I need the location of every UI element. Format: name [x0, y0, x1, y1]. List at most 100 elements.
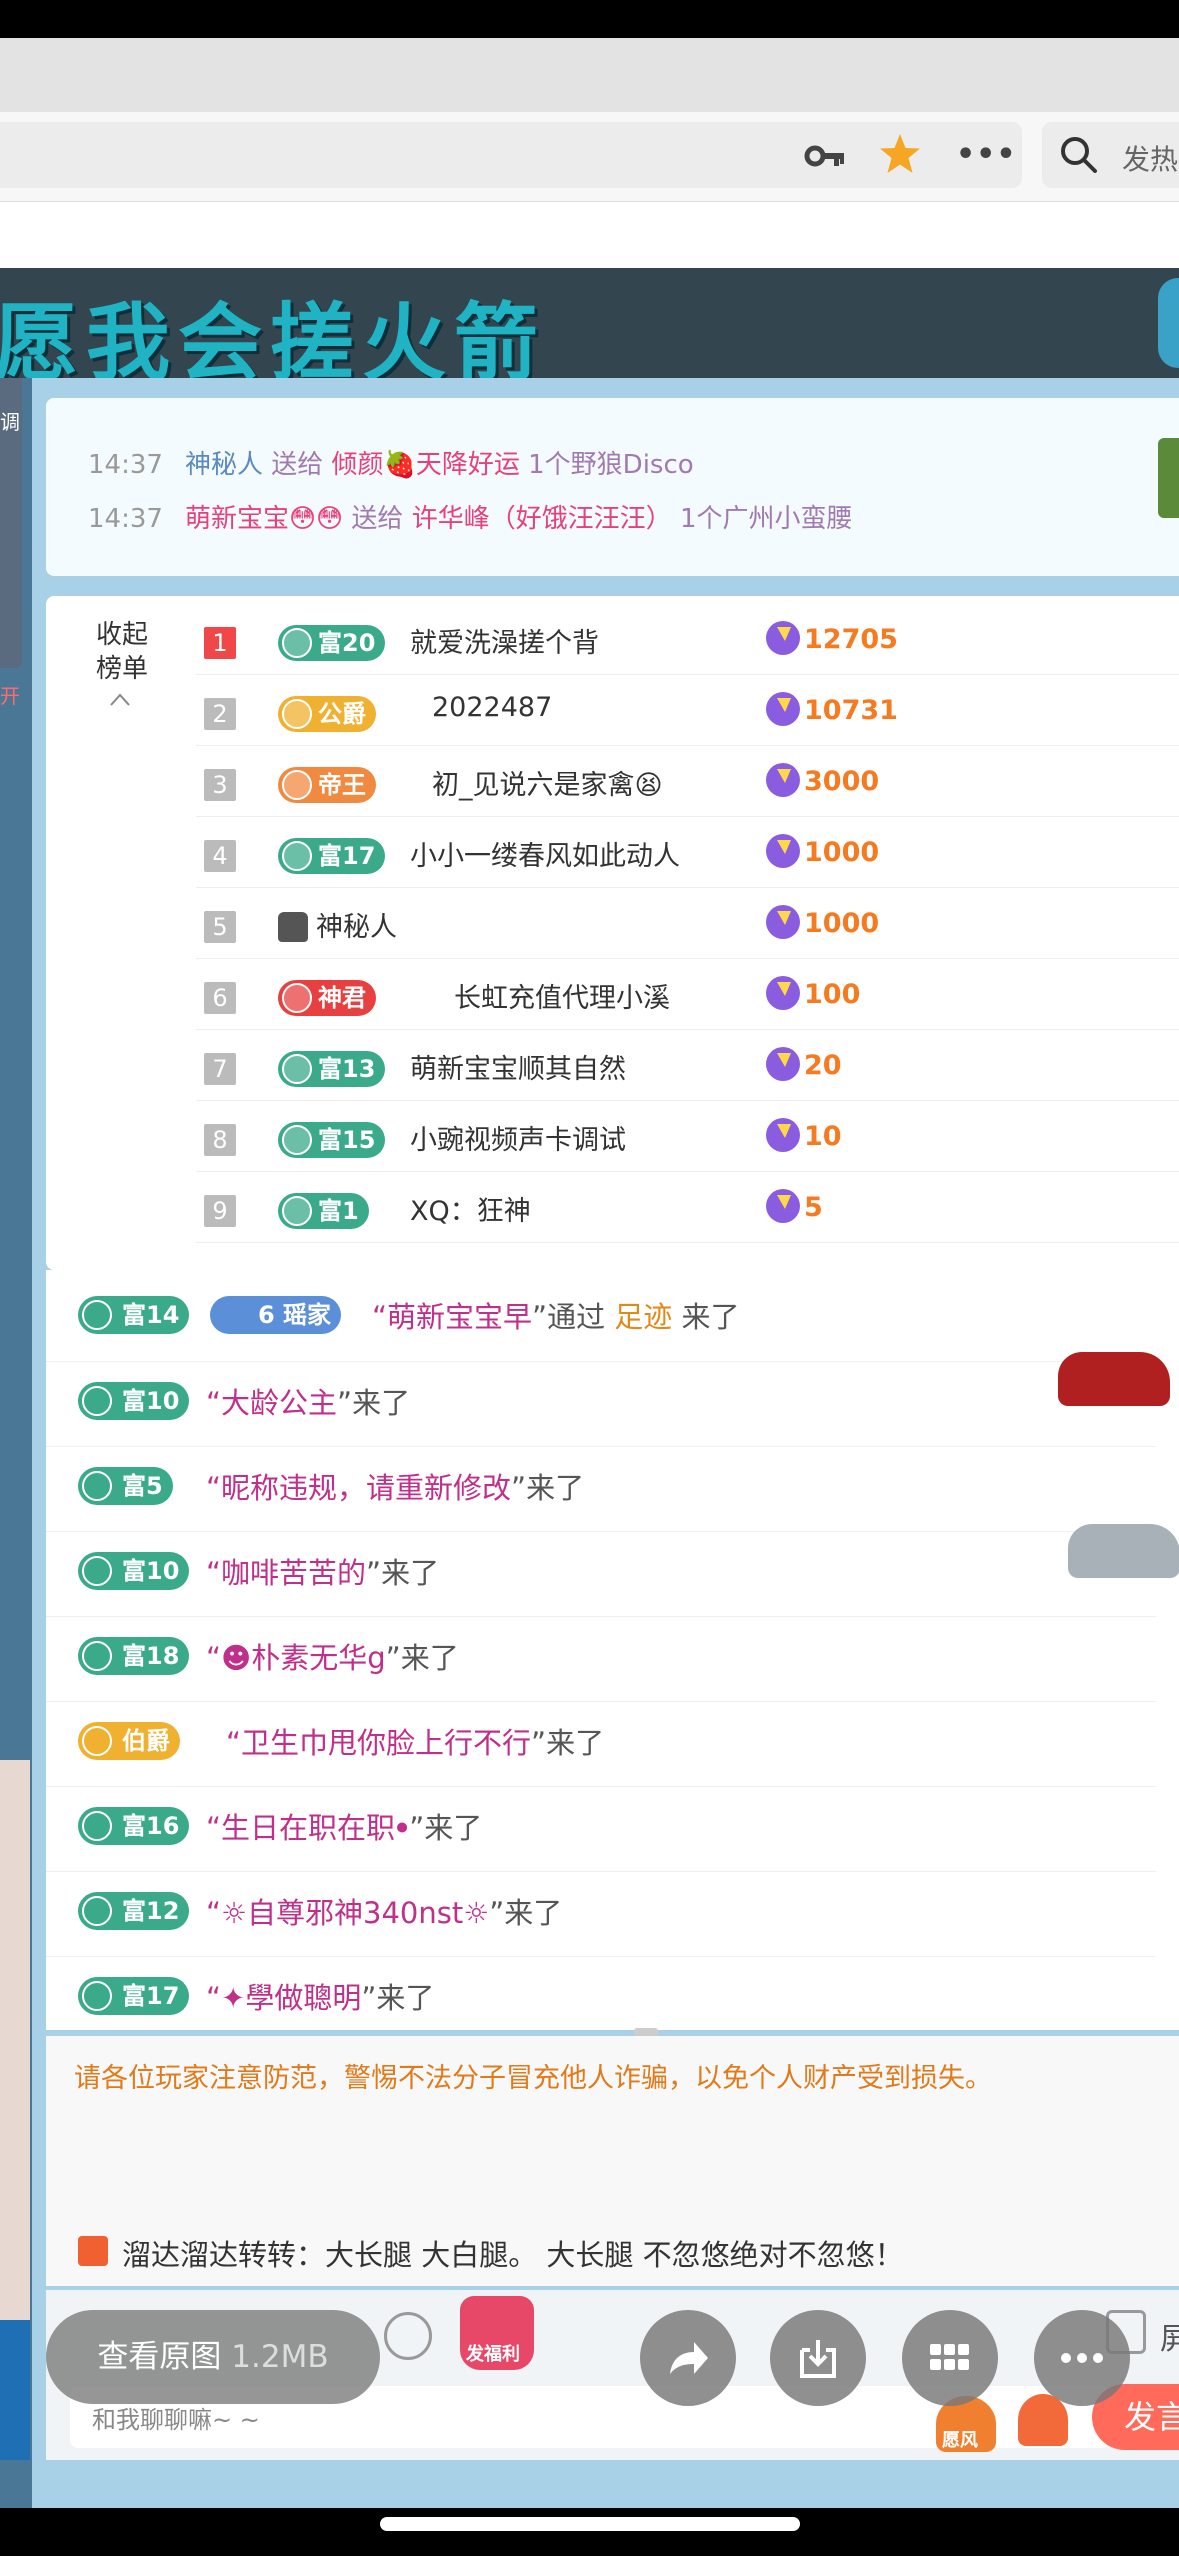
rocket-icon[interactable]	[1018, 2394, 1068, 2446]
rank-username[interactable]: 长虹充值代理小溪	[454, 976, 670, 1015]
ranking-row[interactable]: 2 公爵 2022487 10731	[196, 676, 1179, 746]
rank-score: 1000	[766, 834, 879, 868]
rank-username[interactable]: 初_见说六是家禽😫	[432, 763, 663, 802]
download-button[interactable]	[770, 2310, 866, 2406]
rank-number: 9	[204, 1195, 236, 1227]
chat-text: “生日在职在职ꔷ”来了	[206, 1805, 482, 1847]
ranking-row[interactable]: 5 神秘人 1000	[196, 889, 1179, 959]
chat-text: “昵称违规，请重新修改”来了	[206, 1465, 584, 1507]
ranking-row[interactable]: 8 富15 小豌视频声卡调试 10	[196, 1102, 1179, 1172]
badge-label: 富20	[318, 629, 376, 657]
chat-suffix: ”来了	[385, 1641, 459, 1675]
lightning-icon	[766, 763, 800, 797]
lightning-icon	[766, 621, 800, 655]
chevron-up-icon[interactable]	[108, 690, 132, 708]
level-badge: 富18	[78, 1637, 190, 1675]
ranking-row[interactable]: 6 神君 长虹充值代理小溪 100	[196, 960, 1179, 1030]
home-indicator[interactable]	[380, 2517, 800, 2531]
screen: ••• 发热 愿我会搓火箭 调 开 14:37 神秘人 送给 倾颜🍓天降好运 1个…	[0, 0, 1179, 2556]
chat-message[interactable]: 富18 “☻朴素无华g”来了	[46, 1616, 1156, 1696]
rank-number: 8	[204, 1124, 236, 1156]
chat-message[interactable]: 富12 “☼自尊邪神340nst☼”来了	[46, 1871, 1156, 1951]
rank-score: 10	[766, 1118, 842, 1152]
ranking-row[interactable]: 1 富20 就爱洗澡搓个背 12705	[196, 605, 1179, 675]
rank-score-value: 10	[804, 1121, 842, 1152]
rank-username-text: 小小一缕春风如此动人	[410, 841, 680, 872]
chat-suffix: ”来了	[409, 1811, 483, 1845]
address-field[interactable]	[0, 122, 1022, 188]
chat-name[interactable]: ☻朴素无华g	[221, 1641, 386, 1675]
chat-message[interactable]: 富14 6 瑶家 “萌新宝宝早”通过 足迹 来了	[46, 1276, 1156, 1356]
lightning-icon	[766, 834, 800, 868]
status-bar	[0, 0, 1179, 38]
download-icon	[800, 2340, 836, 2378]
chat-message[interactable]: 富10 “大龄公主”来了	[46, 1361, 1156, 1441]
chat-placeholder[interactable]: 和我聊聊嘛~ ~	[92, 2400, 260, 2435]
badge-icon	[282, 1054, 312, 1084]
chat-prefix: “	[206, 1896, 222, 1930]
chat-suffix: ”来了	[531, 1726, 605, 1760]
chat-suffix: ”来了	[337, 1386, 411, 1420]
lightning-icon	[766, 976, 800, 1010]
chat-name[interactable]: 昵称违规，请重新修改	[221, 1471, 511, 1505]
rank-number: 3	[204, 769, 236, 801]
chat-prefix: “	[206, 1641, 222, 1675]
more-icon[interactable]: •••	[956, 138, 1016, 172]
view-original-button[interactable]: 查看原图 1.2MB	[46, 2310, 380, 2404]
ranking-row[interactable]: 9 富1 XQ：狂神 5	[196, 1173, 1179, 1243]
chat-message[interactable]: 富17 “✦學做聰明”来了	[46, 1956, 1156, 2036]
level-badge: 伯爵	[78, 1722, 180, 1760]
ranking-row[interactable]: 7 富13 萌新宝宝顺其自然 20	[196, 1031, 1179, 1101]
emoji-icon[interactable]	[384, 2312, 432, 2360]
chat-name[interactable]: 咖啡苦苦的	[221, 1556, 366, 1590]
more-icon	[1061, 2353, 1103, 2363]
level-badge: 富15	[278, 1122, 386, 1158]
banner-side-button[interactable]	[1158, 278, 1179, 368]
share-icon	[670, 2342, 708, 2374]
chat-message[interactable]: 伯爵 “卫生巾甩你脸上行不行”来了	[46, 1701, 1156, 1781]
chat-text: “大龄公主”来了	[206, 1380, 410, 1422]
badge-label: 富13	[318, 1055, 376, 1083]
chat-name[interactable]: 萌新宝宝早	[387, 1300, 532, 1334]
panel-bottom	[32, 2468, 1179, 2508]
rank-username[interactable]: 神秘人	[278, 905, 397, 944]
badge-icon	[282, 1125, 312, 1155]
badge-icon	[82, 1386, 112, 1416]
badge-label: 富16	[122, 1812, 180, 1840]
grid-button[interactable]	[902, 2310, 998, 2406]
search-icon[interactable]	[1058, 134, 1098, 174]
ranking-row[interactable]: 4 富17 小小一缕春风如此动人 1000	[196, 818, 1179, 888]
badge-icon	[282, 770, 312, 800]
rank-username[interactable]: XQ：狂神	[410, 1189, 531, 1228]
chat-name[interactable]: ☼自尊邪神340nst☼	[221, 1896, 489, 1930]
chat-name[interactable]: ✦學做聰明	[221, 1981, 361, 2015]
chat-name[interactable]: 大龄公主	[221, 1386, 337, 1420]
chat-message[interactable]: 富10 “咖啡苦苦的”来了	[46, 1531, 1156, 1611]
chat-text: “萌新宝宝早”通过 足迹 来了	[372, 1294, 740, 1336]
chat-name[interactable]: 生日在职在职ꔷ	[221, 1811, 409, 1845]
chat-source: 足迹	[614, 1300, 673, 1334]
badge-icon	[82, 1896, 112, 1926]
rank-score-value: 20	[804, 1050, 842, 1081]
share-button[interactable]	[640, 2310, 736, 2406]
rank-username[interactable]: 萌新宝宝顺其自然	[410, 1047, 626, 1086]
more-options-button[interactable]	[1034, 2310, 1130, 2406]
rank-username[interactable]: 小豌视频声卡调试	[410, 1118, 626, 1157]
chat-message[interactable]: 富16 “生日在职在职ꔷ”来了	[46, 1786, 1156, 1866]
chat-suffix: ”来了	[489, 1896, 563, 1930]
chat-message[interactable]: 富5 “昵称违规，请重新修改”来了	[46, 1446, 1156, 1526]
search-text[interactable]: 发热	[1122, 138, 1178, 178]
rank-username-text: 初_见说六是家禽😫	[432, 770, 663, 801]
rank-username[interactable]: 小小一缕春风如此动人	[410, 834, 680, 873]
key-icon[interactable]	[804, 138, 846, 174]
rank-username[interactable]: 就爱洗澡搓个背	[410, 621, 599, 660]
gift-bag-label: 发福利	[466, 2344, 520, 2365]
level-badge: 富16	[78, 1807, 190, 1845]
chat-prefix: “	[226, 1726, 242, 1760]
star-icon[interactable]	[878, 132, 922, 176]
rank-username[interactable]: 2022487	[432, 692, 552, 723]
level-badge: 富10	[78, 1552, 190, 1590]
ranking-row[interactable]: 3 帝王 初_见说六是家禽😫 3000	[196, 747, 1179, 817]
chat-name[interactable]: 卫生巾甩你脸上行不行	[241, 1726, 531, 1760]
collapse-ranking-button[interactable]: 收起榜单	[92, 618, 152, 686]
